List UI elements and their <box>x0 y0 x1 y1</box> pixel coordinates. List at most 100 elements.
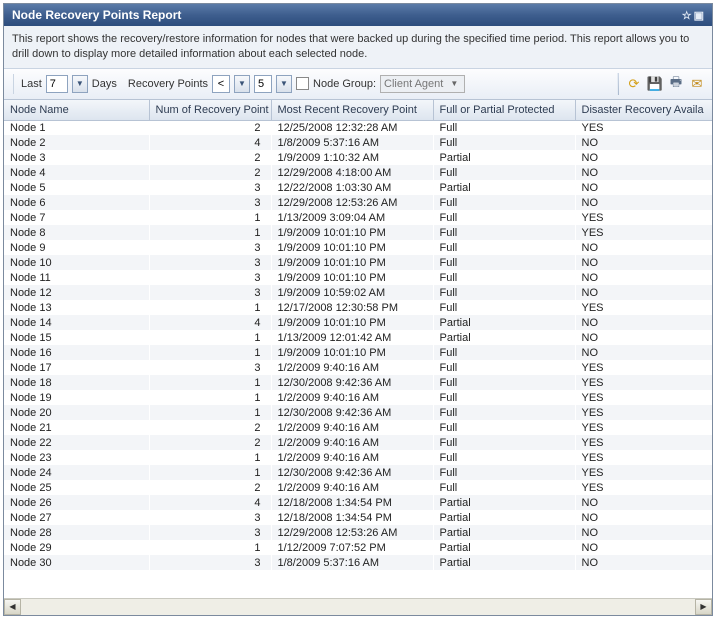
collapse-icon[interactable]: ☆ <box>682 9 692 22</box>
cell-protected: Full <box>433 390 575 405</box>
horizontal-scrollbar[interactable]: ◀ ▶ <box>4 598 712 615</box>
email-icon[interactable]: ✉ <box>688 75 706 93</box>
table-row[interactable]: Node 2911/12/2009 7:07:52 PMPartialNO <box>4 540 712 555</box>
cell-node-name: Node 14 <box>4 315 149 330</box>
cell-node-name: Node 28 <box>4 525 149 540</box>
scroll-left-icon[interactable]: ◀ <box>4 599 21 615</box>
cell-dr: YES <box>575 210 712 225</box>
cell-num: 2 <box>149 150 271 165</box>
table-row[interactable]: Node 1511/13/2009 12:01:42 AMPartialNO <box>4 330 712 345</box>
cell-num: 3 <box>149 240 271 255</box>
col-num-recovery[interactable]: Num of Recovery Point <box>149 100 271 121</box>
cell-node-name: Node 10 <box>4 255 149 270</box>
table-row[interactable]: Node 2121/2/2009 9:40:16 AMFullYES <box>4 420 712 435</box>
cell-recent: 12/18/2008 1:34:54 PM <box>271 510 433 525</box>
cell-node-name: Node 2 <box>4 135 149 150</box>
col-most-recent[interactable]: Most Recent Recovery Point <box>271 100 433 121</box>
col-node-name[interactable]: Node Name <box>4 100 149 121</box>
cell-node-name: Node 13 <box>4 300 149 315</box>
table-row[interactable]: Node 2221/2/2009 9:40:16 AMFullYES <box>4 435 712 450</box>
cell-recent: 1/13/2009 3:09:04 AM <box>271 210 433 225</box>
table-row[interactable]: Node 18112/30/2008 9:42:36 AMFullYES <box>4 375 712 390</box>
node-group-combo[interactable]: Client Agent ▼ <box>380 75 465 93</box>
cell-num: 3 <box>149 510 271 525</box>
recovery-op-input[interactable] <box>212 75 230 93</box>
table-row[interactable]: Node 1031/9/2009 10:01:10 PMFullNO <box>4 255 712 270</box>
cell-recent: 1/9/2009 10:01:10 PM <box>271 345 433 360</box>
cell-recent: 12/18/2008 1:34:54 PM <box>271 495 433 510</box>
table-row[interactable]: Node 1131/9/2009 10:01:10 PMFullNO <box>4 270 712 285</box>
cell-num: 3 <box>149 255 271 270</box>
table-row[interactable]: Node 4212/29/2008 4:18:00 AMFullNO <box>4 165 712 180</box>
cell-recent: 1/12/2009 7:07:52 PM <box>271 540 433 555</box>
table-row[interactable]: Node 811/9/2009 10:01:10 PMFullYES <box>4 225 712 240</box>
maximize-icon[interactable]: ▣ <box>694 9 704 22</box>
scroll-right-icon[interactable]: ▶ <box>695 599 712 615</box>
recovery-op-dropdown-icon[interactable]: ▼ <box>234 75 250 93</box>
table-row[interactable]: Node 3031/8/2009 5:37:16 AMPartialNO <box>4 555 712 570</box>
cell-num: 1 <box>149 330 271 345</box>
recovery-count-input[interactable] <box>254 75 272 93</box>
last-days-dropdown-icon[interactable]: ▼ <box>72 75 88 93</box>
refresh-icon[interactable]: ⟳ <box>625 75 643 93</box>
cell-recent: 1/2/2009 9:40:16 AM <box>271 390 433 405</box>
cell-num: 1 <box>149 210 271 225</box>
cell-dr: YES <box>575 435 712 450</box>
cell-dr: NO <box>575 555 712 570</box>
table-row[interactable]: Node 1911/2/2009 9:40:16 AMFullYES <box>4 390 712 405</box>
col-protected[interactable]: Full or Partial Protected <box>433 100 575 121</box>
save-icon[interactable]: 💾 <box>646 75 664 93</box>
cell-num: 3 <box>149 285 271 300</box>
cell-protected: Full <box>433 405 575 420</box>
cell-dr: NO <box>575 240 712 255</box>
cell-protected: Full <box>433 450 575 465</box>
scroll-track[interactable] <box>21 599 695 615</box>
cell-num: 1 <box>149 405 271 420</box>
table-row[interactable]: Node 5312/22/2008 1:03:30 AMPartialNO <box>4 180 712 195</box>
table-row[interactable]: Node 1441/9/2009 10:01:10 PMPartialNO <box>4 315 712 330</box>
recovery-count-dropdown-icon[interactable]: ▼ <box>276 75 292 93</box>
cell-protected: Partial <box>433 150 575 165</box>
cell-protected: Full <box>433 300 575 315</box>
table-row[interactable]: Node 6312/29/2008 12:53:26 AMFullNO <box>4 195 712 210</box>
node-group-checkbox[interactable] <box>296 77 309 90</box>
cell-node-name: Node 7 <box>4 210 149 225</box>
table-row[interactable]: Node 241/8/2009 5:37:16 AMFullNO <box>4 135 712 150</box>
cell-dr: NO <box>575 150 712 165</box>
print-icon[interactable]: 🖶 <box>667 75 685 93</box>
last-days-input[interactable] <box>46 75 68 93</box>
cell-node-name: Node 12 <box>4 285 149 300</box>
cell-dr: YES <box>575 450 712 465</box>
table-row[interactable]: Node 711/13/2009 3:09:04 AMFullYES <box>4 210 712 225</box>
table-row[interactable]: Node 2521/2/2009 9:40:16 AMFullYES <box>4 480 712 495</box>
header-row: Node Name Num of Recovery Point Most Rec… <box>4 100 712 121</box>
col-disaster[interactable]: Disaster Recovery Availa <box>575 100 712 121</box>
node-group-label: Node Group: <box>313 78 376 90</box>
cell-protected: Partial <box>433 330 575 345</box>
cell-num: 1 <box>149 345 271 360</box>
table-row[interactable]: Node 1231/9/2009 10:59:02 AMFullNO <box>4 285 712 300</box>
cell-protected: Full <box>433 345 575 360</box>
table-row[interactable]: Node 13112/17/2008 12:30:58 PMFullYES <box>4 300 712 315</box>
cell-node-name: Node 27 <box>4 510 149 525</box>
cell-recent: 1/2/2009 9:40:16 AM <box>271 360 433 375</box>
table-row[interactable]: Node 1212/25/2008 12:32:28 AMFullYES <box>4 120 712 135</box>
cell-dr: NO <box>575 495 712 510</box>
table-row[interactable]: Node 2311/2/2009 9:40:16 AMFullYES <box>4 450 712 465</box>
table-row[interactable]: Node 1731/2/2009 9:40:16 AMFullYES <box>4 360 712 375</box>
cell-node-name: Node 25 <box>4 480 149 495</box>
cell-protected: Full <box>433 420 575 435</box>
table-row[interactable]: Node 24112/30/2008 9:42:36 AMFullYES <box>4 465 712 480</box>
cell-dr: NO <box>575 255 712 270</box>
recovery-points-label: Recovery Points <box>128 78 208 90</box>
report-description: This report shows the recovery/restore i… <box>4 26 712 69</box>
table-row[interactable]: Node 28312/29/2008 12:53:26 AMPartialNO <box>4 525 712 540</box>
table-row[interactable]: Node 321/9/2009 1:10:32 AMPartialNO <box>4 150 712 165</box>
table-row[interactable]: Node 931/9/2009 10:01:10 PMFullNO <box>4 240 712 255</box>
table-row[interactable]: Node 1611/9/2009 10:01:10 PMFullNO <box>4 345 712 360</box>
table-row[interactable]: Node 20112/30/2008 9:42:36 AMFullYES <box>4 405 712 420</box>
cell-recent: 1/2/2009 9:40:16 AM <box>271 435 433 450</box>
table-row[interactable]: Node 27312/18/2008 1:34:54 PMPartialNO <box>4 510 712 525</box>
chevron-down-icon: ▼ <box>447 79 461 88</box>
table-row[interactable]: Node 26412/18/2008 1:34:54 PMPartialNO <box>4 495 712 510</box>
